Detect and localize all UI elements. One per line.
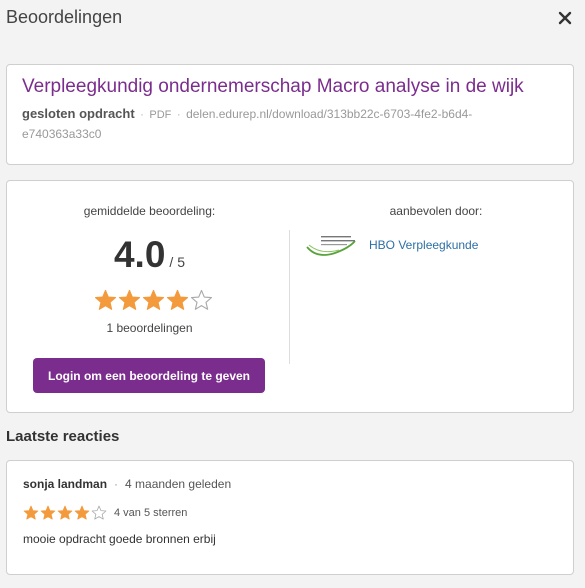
- recommended-org: HBO Verpleegkunde: [305, 233, 478, 257]
- latest-reviews-heading: Laatste reacties: [6, 428, 120, 445]
- meta-separator: ·: [140, 107, 145, 121]
- document-format: PDF: [149, 109, 172, 121]
- review-stars-label: 4 van 5 sterren: [114, 507, 188, 519]
- rating-count: 1 beoordelingen: [106, 321, 193, 335]
- review-author: sonja landman: [23, 477, 108, 491]
- rating-card: gemiddelde beoordeling: 4.0/ 5 1 beoorde…: [6, 180, 574, 413]
- document-type: gesloten opdracht: [22, 106, 135, 121]
- close-button[interactable]: [555, 8, 575, 28]
- meta-separator: ·: [176, 107, 181, 121]
- modal-title: Beoordelingen: [6, 7, 123, 27]
- star-filled-icon: [142, 289, 165, 310]
- star-filled-icon: [23, 505, 39, 520]
- star-filled-icon: [40, 505, 56, 520]
- score-max: / 5: [169, 254, 185, 270]
- average-rating-label: gemiddelde beoordeling:: [83, 204, 216, 218]
- document-meta: gesloten opdracht · PDF · delen.edurep.n…: [22, 104, 542, 144]
- recommended-org-link[interactable]: HBO Verpleegkunde: [369, 238, 478, 252]
- star-filled-icon: [118, 289, 141, 310]
- recommended-by-label: aanbevolen door:: [389, 204, 483, 218]
- star-empty-icon: [190, 289, 213, 310]
- document-title[interactable]: Verpleegkundig ondernemerschap Macro ana…: [22, 76, 524, 98]
- modal-header: Beoordelingen: [0, 0, 585, 40]
- vertical-divider: [289, 230, 290, 364]
- review-star-rating: 4 van 5 sterren: [23, 505, 187, 521]
- review-header: sonja landman · 4 maanden geleden: [23, 477, 231, 491]
- star-filled-icon: [74, 505, 90, 520]
- star-filled-icon: [94, 289, 117, 310]
- average-star-rating: [94, 289, 213, 313]
- review-card: sonja landman · 4 maanden geleden 4 van 5 …: [6, 460, 574, 575]
- review-separator: ·: [114, 477, 119, 491]
- score-value: 4.0: [113, 234, 166, 275]
- lovp-logo-icon: [306, 236, 356, 256]
- review-comment: mooie opdracht goede bronnen erbij: [23, 532, 216, 546]
- document-card: Verpleegkundig ondernemerschap Macro ana…: [6, 64, 574, 165]
- close-icon: [558, 11, 572, 25]
- star-filled-icon: [57, 505, 73, 520]
- star-empty-icon: [91, 505, 107, 520]
- login-to-rate-button[interactable]: Login om een beoordeling te geven: [33, 358, 265, 393]
- review-time: 4 maanden geleden: [125, 477, 232, 491]
- star-filled-icon: [166, 289, 189, 310]
- average-score: 4.0/ 5: [7, 234, 292, 276]
